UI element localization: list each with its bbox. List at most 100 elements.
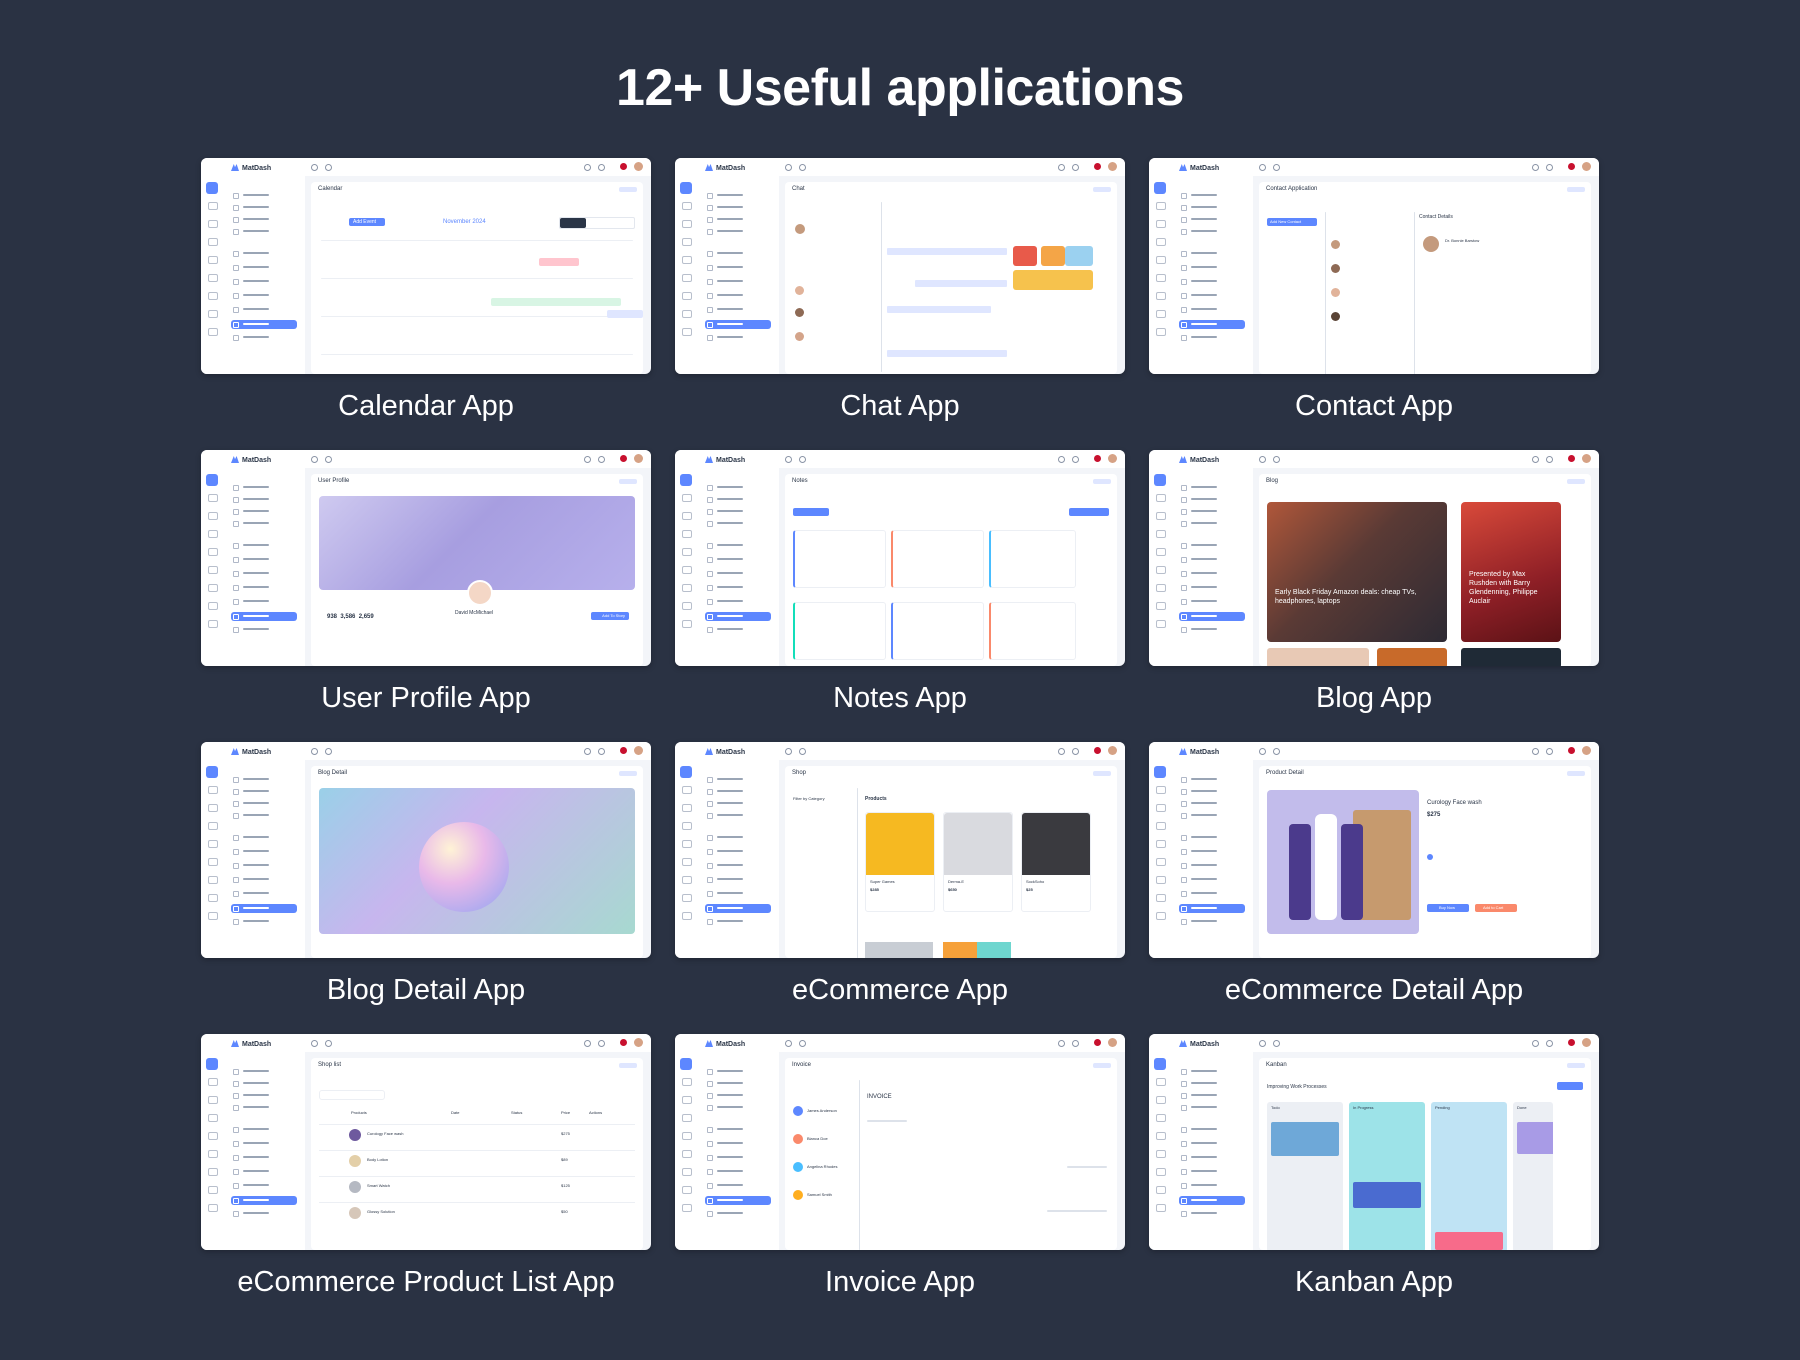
bell-icon[interactable] bbox=[1058, 748, 1065, 755]
sidebar-item[interactable] bbox=[1179, 788, 1245, 795]
sidebar-item[interactable] bbox=[705, 306, 771, 313]
brand-logo[interactable]: MatDash bbox=[231, 456, 271, 464]
sidebar-item[interactable] bbox=[1179, 496, 1245, 503]
rail-icon[interactable] bbox=[1156, 602, 1166, 610]
rail-icon[interactable] bbox=[1156, 292, 1166, 300]
rail-icon[interactable] bbox=[682, 840, 692, 848]
sidebar-item[interactable] bbox=[1179, 876, 1245, 883]
bell-icon[interactable] bbox=[584, 164, 591, 171]
search-icon[interactable] bbox=[311, 748, 318, 755]
search-icon[interactable] bbox=[1273, 1040, 1280, 1047]
sidebar-item[interactable] bbox=[1179, 890, 1245, 897]
sidebar-item[interactable] bbox=[705, 508, 771, 515]
sidebar-item[interactable] bbox=[705, 848, 771, 855]
rail-icon[interactable] bbox=[1156, 894, 1166, 902]
event-green[interactable] bbox=[491, 298, 621, 306]
sidebar-item[interactable] bbox=[705, 1080, 771, 1087]
user-avatar[interactable] bbox=[1108, 454, 1117, 463]
rail-icon[interactable] bbox=[682, 1132, 692, 1140]
rail-icon[interactable] bbox=[682, 530, 692, 538]
language-flag-icon[interactable] bbox=[1094, 163, 1101, 170]
sidebar-item[interactable] bbox=[1179, 278, 1245, 285]
sidebar-item[interactable] bbox=[705, 788, 771, 795]
table-row[interactable]: Glossy Solution $50 bbox=[319, 1202, 635, 1225]
language-flag-icon[interactable] bbox=[620, 747, 627, 754]
rail-icon[interactable] bbox=[1156, 1150, 1166, 1158]
sidebar-item[interactable] bbox=[705, 278, 771, 285]
note-card[interactable] bbox=[989, 602, 1076, 660]
sidebar-item[interactable] bbox=[1179, 508, 1245, 515]
sidebar-item[interactable] bbox=[1179, 904, 1245, 913]
bell-icon[interactable] bbox=[1072, 164, 1079, 171]
media-thumb[interactable] bbox=[1041, 246, 1065, 266]
add-list-button[interactable] bbox=[1557, 1082, 1583, 1090]
dashboard-icon[interactable] bbox=[1154, 1058, 1166, 1070]
note-card[interactable] bbox=[793, 530, 886, 588]
sidebar-item[interactable] bbox=[1179, 862, 1245, 869]
sidebar-item[interactable] bbox=[705, 542, 771, 549]
sidebar-item[interactable] bbox=[231, 556, 297, 563]
add-notes-button[interactable] bbox=[1069, 508, 1109, 516]
calendar-app-tile[interactable]: MatDash Calendar Add Event November 2024… bbox=[201, 158, 651, 450]
sidebar-item[interactable] bbox=[231, 1154, 297, 1161]
bell-icon[interactable] bbox=[1546, 456, 1553, 463]
calendar-app-preview[interactable]: MatDash Calendar Add Event November 2024 bbox=[201, 158, 651, 374]
rail-icon[interactable] bbox=[682, 238, 692, 246]
user-avatar[interactable] bbox=[1108, 162, 1117, 171]
bell-icon[interactable] bbox=[1546, 748, 1553, 755]
sidebar-item[interactable] bbox=[1179, 812, 1245, 819]
media-thumb[interactable] bbox=[1013, 246, 1037, 266]
sidebar-item[interactable] bbox=[231, 834, 297, 841]
rail-icon[interactable] bbox=[682, 1096, 692, 1104]
search-icon[interactable] bbox=[1273, 164, 1280, 171]
search-icon[interactable] bbox=[1273, 456, 1280, 463]
kanban-app-preview[interactable]: MatDash Kanban Improving Work Processes … bbox=[1149, 1034, 1599, 1250]
sidebar-item[interactable] bbox=[705, 1210, 771, 1217]
rail-icon[interactable] bbox=[208, 274, 218, 282]
sidebar-item[interactable] bbox=[705, 1068, 771, 1075]
rail-icon[interactable] bbox=[208, 494, 218, 502]
rail-icon[interactable] bbox=[208, 566, 218, 574]
sidebar-item[interactable] bbox=[1179, 1080, 1245, 1087]
sidebar-item[interactable] bbox=[705, 204, 771, 211]
sidebar-item[interactable] bbox=[1179, 542, 1245, 549]
user-avatar[interactable] bbox=[1582, 454, 1591, 463]
dashboard-icon[interactable] bbox=[206, 474, 218, 486]
rail-icon[interactable] bbox=[682, 804, 692, 812]
sidebar-item[interactable] bbox=[1179, 1126, 1245, 1133]
blog-post-card[interactable]: Presented by Max Rushden with Barry Glen… bbox=[1461, 502, 1561, 642]
sidebar-item[interactable] bbox=[705, 292, 771, 299]
media-thumb[interactable] bbox=[1013, 270, 1093, 290]
sidebar-item[interactable] bbox=[1179, 1104, 1245, 1111]
sidebar-item[interactable] bbox=[705, 612, 771, 621]
rail-icon[interactable] bbox=[208, 1168, 218, 1176]
sidebar-item[interactable] bbox=[705, 1168, 771, 1175]
bell-icon[interactable] bbox=[598, 748, 605, 755]
user-avatar[interactable] bbox=[1582, 162, 1591, 171]
sidebar-item[interactable] bbox=[705, 264, 771, 271]
sidebar-item[interactable] bbox=[705, 904, 771, 913]
rail-icon[interactable] bbox=[1156, 1114, 1166, 1122]
rail-icon[interactable] bbox=[1156, 1204, 1166, 1212]
rail-icon[interactable] bbox=[208, 1132, 218, 1140]
notes-filter-all[interactable] bbox=[793, 508, 829, 516]
ecommerce-detail-app-preview[interactable]: MatDash Product Detail Curology Face was… bbox=[1149, 742, 1599, 958]
sidebar-item[interactable] bbox=[1179, 776, 1245, 783]
rail-icon[interactable] bbox=[1156, 786, 1166, 794]
rail-icon[interactable] bbox=[682, 494, 692, 502]
brand-logo[interactable]: MatDash bbox=[1179, 164, 1219, 172]
search-icon[interactable] bbox=[799, 456, 806, 463]
sidebar-item[interactable] bbox=[1179, 306, 1245, 313]
sidebar-item[interactable] bbox=[1179, 584, 1245, 591]
rail-icon[interactable] bbox=[1156, 822, 1166, 830]
sidebar-item[interactable] bbox=[1179, 570, 1245, 577]
sidebar-item[interactable] bbox=[1179, 1140, 1245, 1147]
sidebar-item[interactable] bbox=[1179, 216, 1245, 223]
rail-icon[interactable] bbox=[1156, 912, 1166, 920]
sidebar-item[interactable] bbox=[231, 1168, 297, 1175]
sidebar-item[interactable] bbox=[705, 570, 771, 577]
sidebar-item[interactable] bbox=[231, 1092, 297, 1099]
sidebar-item[interactable] bbox=[231, 508, 297, 515]
sidebar-item[interactable] bbox=[231, 1182, 297, 1189]
brand-logo[interactable]: MatDash bbox=[1179, 1040, 1219, 1048]
